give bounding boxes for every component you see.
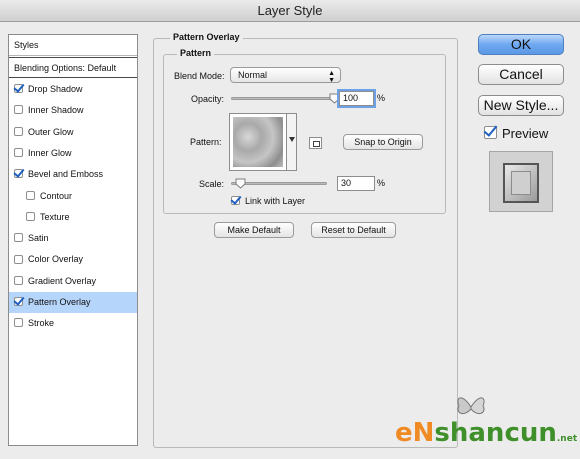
sidebar-item-label: Pattern Overlay: [28, 297, 91, 307]
scale-input[interactable]: 30: [337, 176, 375, 191]
new-style-button[interactable]: New Style...: [478, 95, 564, 116]
sidebar-checkbox[interactable]: [14, 105, 23, 115]
sidebar-item-label: Inner Shadow: [28, 105, 84, 116]
panel-title: Pattern Overlay: [170, 32, 243, 42]
watermark-n: N: [412, 418, 435, 448]
sidebar-checkbox[interactable]: [14, 254, 23, 264]
sidebar-checkbox[interactable]: [14, 318, 23, 328]
sidebar-item-label: Stroke: [28, 318, 55, 329]
reset-to-default-button[interactable]: Reset to Default: [311, 222, 396, 238]
snap-to-origin-button[interactable]: Snap to Origin: [343, 134, 423, 150]
sidebar-item-gradient-overlay[interactable]: Gradient Overlay: [9, 271, 137, 292]
sidebar-item-drop-shadow[interactable]: Drop Shadow: [9, 79, 137, 100]
layer-style-dialog: Layer Style Styles Blending Options: Def…: [0, 0, 580, 459]
pattern-picker-arrow-icon[interactable]: [287, 113, 297, 171]
sidebar-item-label: Gradient Overlay: [28, 275, 97, 286]
opacity-slider-thumb[interactable]: [329, 93, 340, 104]
sidebar-item-label: Inner Glow: [28, 147, 72, 158]
sidebar-item-bevel-and-emboss[interactable]: Bevel and Emboss: [9, 164, 137, 185]
sidebar-item-label: Bevel and Emboss: [28, 169, 104, 180]
scale-unit: %: [377, 178, 386, 188]
cancel-button[interactable]: Cancel: [478, 64, 564, 85]
link-with-layer[interactable]: Link with Layer: [231, 196, 305, 206]
sidebar-item-contour[interactable]: Contour: [9, 186, 137, 207]
sidebar-item-inner-glow[interactable]: Inner Glow: [9, 143, 137, 164]
scale-label: Scale:: [199, 179, 225, 189]
site-watermark: eNshancun.net: [395, 418, 577, 448]
link-with-layer-label: Link with Layer: [245, 196, 306, 206]
preview-frame: [503, 163, 539, 203]
opacity-slider-track[interactable]: [231, 97, 334, 100]
sidebar-item-label: Outer Glow: [28, 126, 74, 137]
preview-label[interactable]: Preview: [502, 126, 548, 141]
sidebar-item-blending-options[interactable]: Blending Options: Default: [9, 57, 137, 78]
sidebar-item-label: Color Overlay: [28, 254, 84, 265]
watermark-e: e: [395, 418, 413, 448]
sidebar-item-outer-glow[interactable]: Outer Glow: [9, 122, 137, 143]
pattern-texture: [233, 117, 283, 167]
sidebar-checkbox[interactable]: [14, 84, 23, 94]
sidebar-checkbox[interactable]: [14, 233, 23, 243]
sidebar-item-inner-shadow[interactable]: Inner Shadow: [9, 100, 137, 121]
make-default-button[interactable]: Make Default: [214, 222, 294, 238]
sidebar-checkbox[interactable]: [14, 297, 23, 307]
sidebar-checkbox[interactable]: [14, 148, 23, 158]
blend-mode-select[interactable]: Normal ▲ ▼: [230, 67, 341, 84]
link-with-layer-checkbox[interactable]: [231, 196, 240, 206]
new-preset-icon[interactable]: [309, 137, 322, 149]
ok-button[interactable]: OK: [478, 34, 564, 55]
preview-checkbox[interactable]: [484, 126, 497, 139]
opacity-label: Opacity:: [191, 94, 225, 104]
opacity-input[interactable]: 100: [337, 89, 376, 108]
sidebar-item-satin[interactable]: Satin: [9, 228, 137, 249]
sidebar-item-texture[interactable]: Texture: [9, 207, 137, 228]
sidebar-item-label: Contour: [40, 190, 73, 201]
sidebar-item-pattern-overlay[interactable]: Pattern Overlay: [9, 292, 137, 313]
blend-mode-value: Normal: [238, 70, 268, 80]
blend-mode-label: Blend Mode:: [174, 71, 225, 81]
sidebar-item-color-overlay[interactable]: Color Overlay: [9, 249, 137, 270]
sidebar-checkbox[interactable]: [26, 190, 35, 200]
sidebar-checkbox[interactable]: [14, 126, 23, 136]
sidebar-checkbox[interactable]: [14, 169, 23, 179]
pattern-label: Pattern:: [190, 137, 222, 147]
watermark-net: .net: [556, 434, 578, 444]
select-arrows-icon: ▲ ▼: [328, 70, 335, 84]
sidebar-item-label: Satin: [28, 233, 49, 244]
sidebar-item-label: Texture: [40, 211, 70, 222]
sidebar-item-stroke[interactable]: Stroke: [9, 313, 137, 334]
sidebar-header-styles[interactable]: Styles: [9, 35, 137, 56]
styles-sidebar: Styles Blending Options: Default Drop Sh…: [8, 34, 138, 446]
scale-slider-thumb[interactable]: [235, 178, 246, 189]
preview-inner: [511, 171, 531, 195]
group-title: Pattern: [177, 48, 215, 58]
pattern-swatch[interactable]: [229, 113, 287, 171]
sidebar-checkbox[interactable]: [14, 275, 23, 285]
window-title: Layer Style: [0, 0, 580, 22]
sidebar-item-label: Drop Shadow: [28, 84, 83, 94]
sidebar-checkbox[interactable]: [26, 211, 35, 221]
opacity-unit: %: [377, 93, 386, 103]
watermark-shancun: shancun: [434, 418, 557, 448]
style-preview-thumbnail: [489, 151, 553, 212]
